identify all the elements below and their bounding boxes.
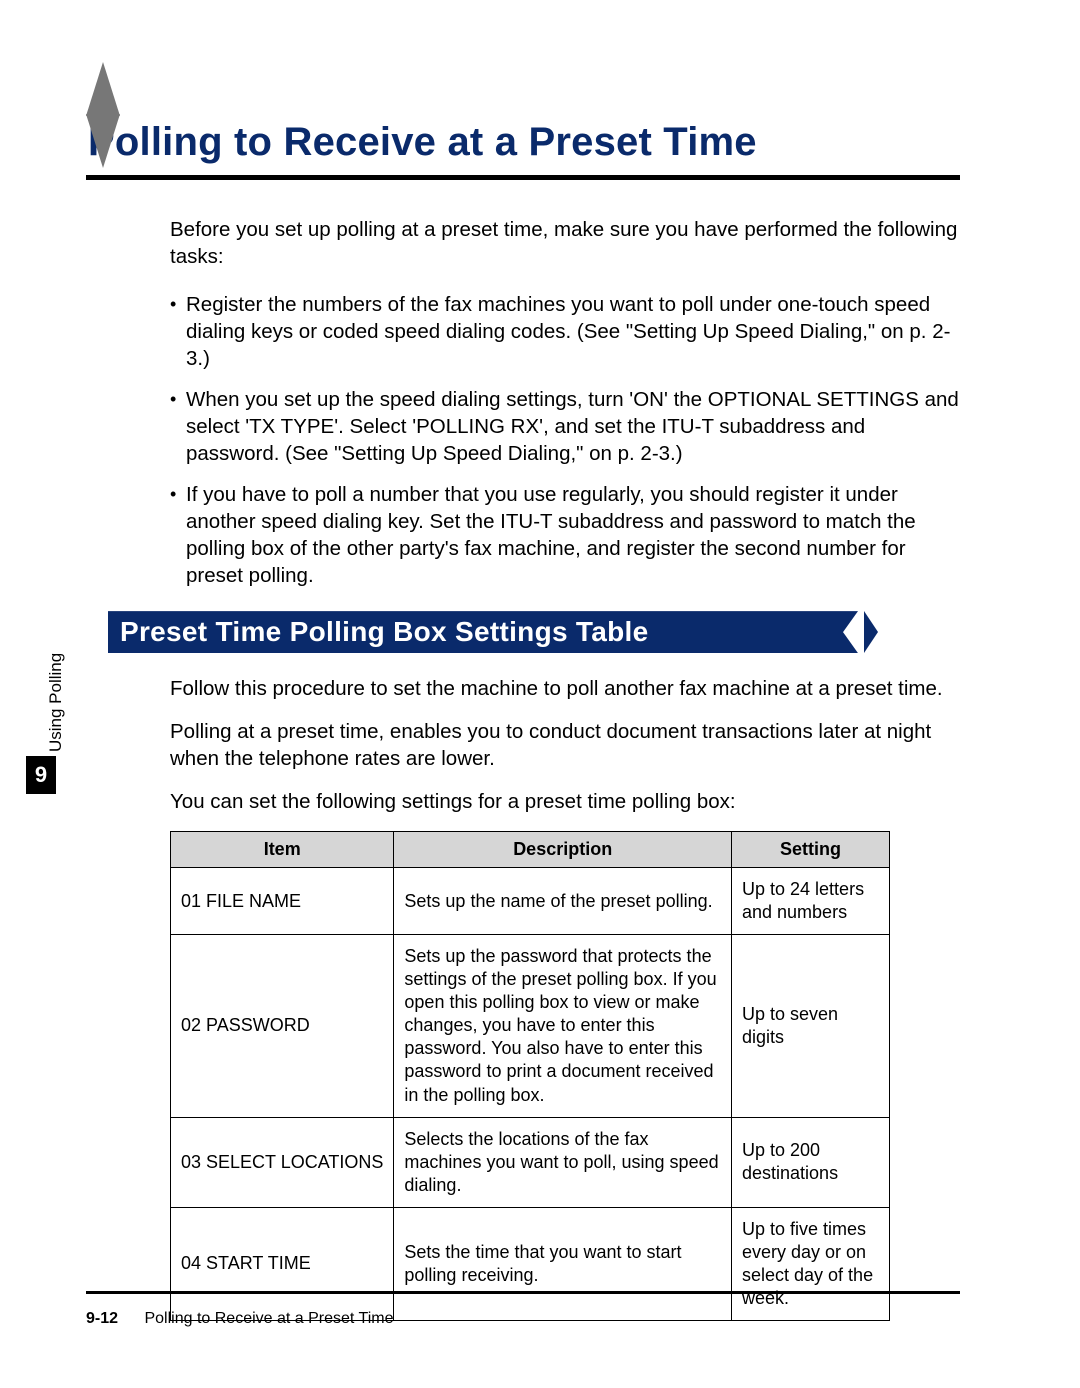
page-footer: 9-12 Polling to Receive at a Preset Time xyxy=(86,1310,394,1328)
task-list: Register the numbers of the fax machines… xyxy=(170,291,960,589)
table-row: 04 START TIME Sets the time that you wan… xyxy=(171,1207,890,1320)
list-item: Register the numbers of the fax machines… xyxy=(170,291,960,372)
page-title: Polling to Receive at a Preset Time xyxy=(88,120,757,164)
list-item: If you have to poll a number that you us… xyxy=(170,481,960,589)
document-page: Polling to Receive at a Preset Time Befo… xyxy=(0,0,1080,1388)
cell-setting: Up to 200 destinations xyxy=(732,1117,890,1207)
side-tab-chapter: 9 xyxy=(26,756,56,794)
section-body: Follow this procedure to set the machine… xyxy=(170,675,960,815)
section-paragraph: You can set the following settings for a… xyxy=(170,788,960,815)
section-heading-banner: Preset Time Polling Box Settings Table xyxy=(108,611,868,653)
col-setting: Setting xyxy=(732,832,890,868)
cell-item: 04 START TIME xyxy=(171,1207,394,1320)
cell-desc: Selects the locations of the fax machine… xyxy=(394,1117,732,1207)
section-paragraph: Follow this procedure to set the machine… xyxy=(170,675,960,702)
list-item: When you set up the speed dialing settin… xyxy=(170,386,960,467)
cell-desc: Sets the time that you want to start pol… xyxy=(394,1207,732,1320)
settings-table: Item Description Setting 01 FILE NAME Se… xyxy=(170,831,890,1321)
table-header-row: Item Description Setting xyxy=(171,832,890,868)
table-row: 02 PASSWORD Sets up the password that pr… xyxy=(171,935,890,1117)
cell-item: 03 SELECT LOCATIONS xyxy=(171,1117,394,1207)
col-item: Item xyxy=(171,832,394,868)
cell-desc: Sets up the password that protects the s… xyxy=(394,935,732,1117)
table-row: 03 SELECT LOCATIONS Selects the location… xyxy=(171,1117,890,1207)
section-heading: Preset Time Polling Box Settings Table xyxy=(120,611,648,653)
section-paragraph: Polling at a preset time, enables you to… xyxy=(170,718,960,772)
page-number: 9-12 xyxy=(86,1310,118,1327)
intro-text: Before you set up polling at a preset ti… xyxy=(170,216,960,270)
decorative-triangle xyxy=(86,62,120,192)
cell-desc: Sets up the name of the preset polling. xyxy=(394,868,732,935)
cell-item: 02 PASSWORD xyxy=(171,935,394,1117)
cell-item: 01 FILE NAME xyxy=(171,868,394,935)
table-row: 01 FILE NAME Sets up the name of the pre… xyxy=(171,868,890,935)
side-tab-label: Using Polling xyxy=(46,653,66,752)
cell-setting: Up to 24 letters and numbers xyxy=(732,868,890,935)
cell-setting: Up to five times every day or on select … xyxy=(732,1207,890,1320)
col-desc: Description xyxy=(394,832,732,868)
cell-setting: Up to seven digits xyxy=(732,935,890,1117)
footer-title: Polling to Receive at a Preset Time xyxy=(144,1310,393,1327)
bottom-rule xyxy=(86,1291,960,1294)
title-bar: Polling to Receive at a Preset Time xyxy=(86,120,960,180)
